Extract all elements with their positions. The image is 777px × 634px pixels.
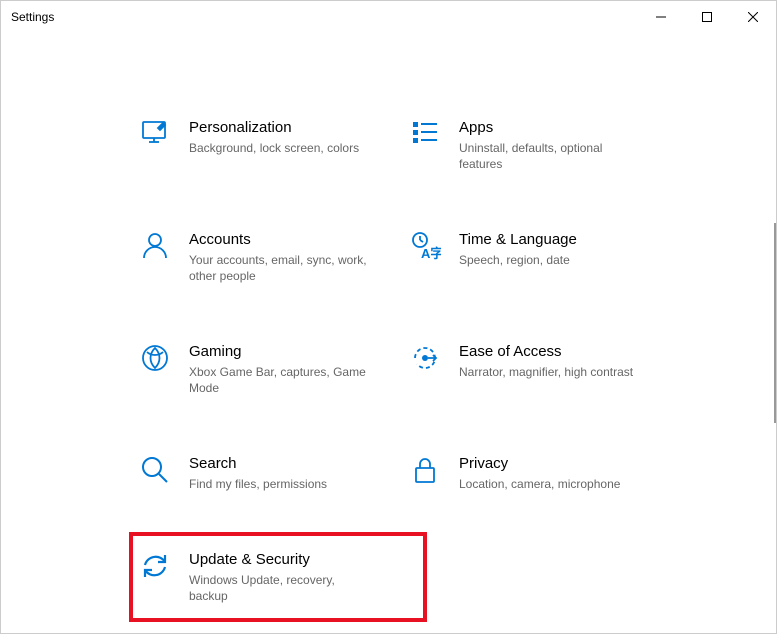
category-privacy[interactable]: Privacy Location, camera, microphone — [409, 454, 679, 492]
svg-text:A字: A字 — [421, 246, 441, 261]
category-gaming[interactable]: Gaming Xbox Game Bar, captures, Game Mod… — [139, 342, 409, 396]
scrollbar-thumb[interactable] — [774, 223, 776, 423]
category-title: Accounts — [189, 230, 369, 250]
category-text: Ease of Access Narrator, magnifier, high… — [459, 342, 633, 380]
category-desc: Narrator, magnifier, high contrast — [459, 364, 633, 380]
category-text: Privacy Location, camera, microphone — [459, 454, 620, 492]
category-title: Personalization — [189, 118, 359, 138]
personalization-icon — [139, 118, 171, 150]
category-text: Time & Language Speech, region, date — [459, 230, 577, 268]
privacy-icon — [409, 454, 441, 486]
category-title: Update & Security — [189, 550, 369, 570]
category-desc: Uninstall, defaults, optional features — [459, 140, 639, 172]
window-title: Settings — [11, 10, 54, 24]
window-controls — [638, 1, 776, 33]
category-desc: Windows Update, recovery, backup — [189, 572, 369, 604]
category-text: Accounts Your accounts, email, sync, wor… — [189, 230, 369, 284]
gaming-icon — [139, 342, 171, 374]
category-title: Gaming — [189, 342, 369, 362]
category-accounts[interactable]: Accounts Your accounts, email, sync, wor… — [139, 230, 409, 284]
close-button[interactable] — [730, 1, 776, 33]
category-title: Search — [189, 454, 327, 474]
titlebar: Settings — [1, 1, 776, 33]
category-time-language[interactable]: A字 Time & Language Speech, region, date — [409, 230, 679, 284]
category-desc: Background, lock screen, colors — [189, 140, 359, 156]
scrollbar[interactable] — [772, 33, 776, 633]
category-update-security[interactable]: Update & Security Windows Update, recove… — [129, 532, 427, 622]
categories-grid: Personalization Background, lock screen,… — [139, 118, 776, 604]
maximize-button[interactable] — [684, 1, 730, 33]
category-apps[interactable]: Apps Uninstall, defaults, optional featu… — [409, 118, 679, 172]
category-text: Search Find my files, permissions — [189, 454, 327, 492]
category-desc: Find my files, permissions — [189, 476, 327, 492]
category-title: Apps — [459, 118, 639, 138]
search-icon — [139, 454, 171, 486]
category-ease-of-access[interactable]: Ease of Access Narrator, magnifier, high… — [409, 342, 679, 396]
ease-of-access-icon — [409, 342, 441, 374]
category-text: Personalization Background, lock screen,… — [189, 118, 359, 156]
category-title: Ease of Access — [459, 342, 633, 362]
minimize-button[interactable] — [638, 1, 684, 33]
category-title: Privacy — [459, 454, 620, 474]
category-desc: Xbox Game Bar, captures, Game Mode — [189, 364, 369, 396]
category-text: Apps Uninstall, defaults, optional featu… — [459, 118, 639, 172]
category-search[interactable]: Search Find my files, permissions — [139, 454, 409, 492]
category-title: Time & Language — [459, 230, 577, 250]
apps-icon — [409, 118, 441, 150]
category-text: Gaming Xbox Game Bar, captures, Game Mod… — [189, 342, 369, 396]
accounts-icon — [139, 230, 171, 262]
category-desc: Your accounts, email, sync, work, other … — [189, 252, 369, 284]
category-personalization[interactable]: Personalization Background, lock screen,… — [139, 118, 409, 172]
category-desc: Location, camera, microphone — [459, 476, 620, 492]
time-language-icon: A字 — [409, 230, 441, 262]
settings-content: Personalization Background, lock screen,… — [1, 33, 776, 604]
category-text: Update & Security Windows Update, recove… — [189, 550, 369, 604]
category-desc: Speech, region, date — [459, 252, 577, 268]
update-security-icon — [139, 550, 171, 582]
